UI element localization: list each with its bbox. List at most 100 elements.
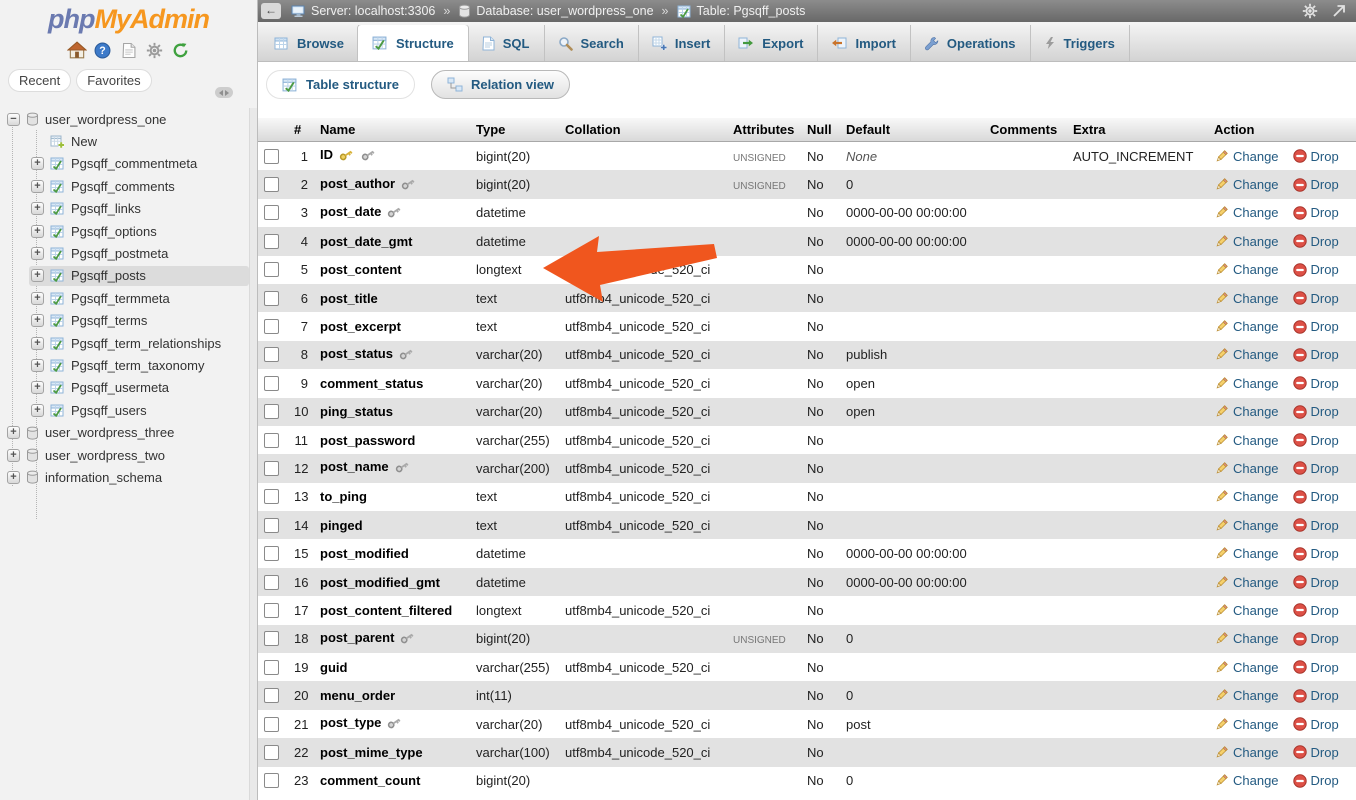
row-select-checkbox[interactable] <box>264 518 279 533</box>
change-link[interactable]: Change <box>1214 177 1279 192</box>
expand-toggle-icon[interactable]: + <box>31 180 44 193</box>
drop-link[interactable]: Drop <box>1293 404 1339 419</box>
home-button[interactable] <box>67 40 87 60</box>
change-link[interactable]: Change <box>1214 347 1279 362</box>
expand-toggle-icon[interactable]: + <box>31 225 44 238</box>
tab-sql[interactable]: SQL <box>468 25 544 61</box>
tab-operations[interactable]: Operations <box>910 25 1030 61</box>
drop-link[interactable]: Drop <box>1293 603 1339 618</box>
sidebar-item-pgsqff_links[interactable]: +Pgsqff_links <box>0 198 249 220</box>
recent-button[interactable]: Recent <box>8 69 71 92</box>
subtab-table-structure[interactable]: Table structure <box>266 70 415 99</box>
change-link[interactable]: Change <box>1214 234 1279 249</box>
drop-link[interactable]: Drop <box>1293 177 1339 192</box>
row-select-checkbox[interactable] <box>264 376 279 391</box>
row-select-checkbox[interactable] <box>264 575 279 590</box>
change-link[interactable]: Change <box>1214 518 1279 533</box>
change-link[interactable]: Change <box>1214 205 1279 220</box>
expand-toggle-icon[interactable]: + <box>31 157 44 170</box>
expand-toggle-icon[interactable]: + <box>31 202 44 215</box>
change-link[interactable]: Change <box>1214 575 1279 590</box>
expand-toggle-icon[interactable]: + <box>7 426 20 439</box>
sidebar-item-user_wordpress_three[interactable]: +user_wordpress_three <box>0 421 249 443</box>
expand-toggle-icon[interactable]: + <box>31 292 44 305</box>
expand-toggle-icon[interactable]: + <box>31 359 44 372</box>
sidebar-item-pgsqff_posts[interactable]: +Pgsqff_posts <box>0 265 249 287</box>
change-link[interactable]: Change <box>1214 660 1279 675</box>
row-select-checkbox[interactable] <box>264 717 279 732</box>
row-select-checkbox[interactable] <box>264 603 279 618</box>
change-link[interactable]: Change <box>1214 603 1279 618</box>
expand-toggle-icon[interactable]: + <box>7 471 20 484</box>
sidebar-item-user_wordpress_two[interactable]: +user_wordpress_two <box>0 444 249 466</box>
tab-export[interactable]: Export <box>724 25 817 61</box>
drop-link[interactable]: Drop <box>1293 546 1339 561</box>
favorites-button[interactable]: Favorites <box>76 69 151 92</box>
change-link[interactable]: Change <box>1214 717 1279 732</box>
sidebar-item-user_wordpress_one[interactable]: −user_wordpress_one <box>0 108 249 130</box>
tab-import[interactable]: Import <box>817 25 909 61</box>
row-select-checkbox[interactable] <box>264 234 279 249</box>
row-select-checkbox[interactable] <box>264 433 279 448</box>
drop-link[interactable]: Drop <box>1293 773 1339 788</box>
row-select-checkbox[interactable] <box>264 660 279 675</box>
drop-link[interactable]: Drop <box>1293 461 1339 476</box>
collapse-top-icon[interactable] <box>1332 4 1346 18</box>
back-button[interactable]: ← <box>261 3 281 19</box>
sidebar-item-pgsqff_term_relationships[interactable]: +Pgsqff_term_relationships <box>0 332 249 354</box>
row-select-checkbox[interactable] <box>264 773 279 788</box>
tab-search[interactable]: Search <box>544 25 638 61</box>
change-link[interactable]: Change <box>1214 461 1279 476</box>
row-select-checkbox[interactable] <box>264 404 279 419</box>
change-link[interactable]: Change <box>1214 291 1279 306</box>
refresh-button[interactable] <box>171 40 191 60</box>
change-link[interactable]: Change <box>1214 376 1279 391</box>
sidebar-item-pgsqff_postmeta[interactable]: +Pgsqff_postmeta <box>0 242 249 264</box>
drop-link[interactable]: Drop <box>1293 347 1339 362</box>
row-select-checkbox[interactable] <box>264 546 279 561</box>
row-select-checkbox[interactable] <box>264 347 279 362</box>
change-link[interactable]: Change <box>1214 745 1279 760</box>
drop-link[interactable]: Drop <box>1293 717 1339 732</box>
sidebar-item-pgsqff_users[interactable]: +Pgsqff_users <box>0 399 249 421</box>
breadcrumb-server[interactable]: Server: localhost:3306 <box>291 4 435 18</box>
panel-resize-handle-icon[interactable] <box>215 87 233 98</box>
drop-link[interactable]: Drop <box>1293 518 1339 533</box>
expand-toggle-icon[interactable]: + <box>31 269 44 282</box>
tab-insert[interactable]: Insert <box>638 25 724 61</box>
drop-link[interactable]: Drop <box>1293 319 1339 334</box>
breadcrumb-database[interactable]: Database: user_wordpress_one <box>458 4 653 18</box>
row-select-checkbox[interactable] <box>264 177 279 192</box>
expand-toggle-icon[interactable]: + <box>31 314 44 327</box>
row-select-checkbox[interactable] <box>264 745 279 760</box>
drop-link[interactable]: Drop <box>1293 433 1339 448</box>
sidebar-item-pgsqff_options[interactable]: +Pgsqff_options <box>0 220 249 242</box>
expand-toggle-icon[interactable]: + <box>31 337 44 350</box>
change-link[interactable]: Change <box>1214 546 1279 561</box>
tab-triggers[interactable]: Triggers <box>1030 25 1129 61</box>
collapse-toggle-icon[interactable]: − <box>7 113 20 126</box>
expand-toggle-icon[interactable]: + <box>31 404 44 417</box>
change-link[interactable]: Change <box>1214 149 1279 164</box>
drop-link[interactable]: Drop <box>1293 745 1339 760</box>
drop-link[interactable]: Drop <box>1293 234 1339 249</box>
sidebar-item-new[interactable]: New <box>0 130 249 152</box>
drop-link[interactable]: Drop <box>1293 262 1339 277</box>
tab-browse[interactable]: Browse <box>260 25 358 61</box>
help-button[interactable]: ? <box>93 40 113 60</box>
sidebar-item-pgsqff_comments[interactable]: +Pgsqff_comments <box>0 175 249 197</box>
drop-link[interactable]: Drop <box>1293 149 1339 164</box>
tab-structure[interactable]: Structure <box>358 25 468 61</box>
row-select-checkbox[interactable] <box>264 205 279 220</box>
change-link[interactable]: Change <box>1214 319 1279 334</box>
sidebar-item-pgsqff_termmeta[interactable]: +Pgsqff_termmeta <box>0 287 249 309</box>
drop-link[interactable]: Drop <box>1293 489 1339 504</box>
sidebar-item-information_schema[interactable]: +information_schema <box>0 466 249 488</box>
settings-button[interactable] <box>145 40 165 60</box>
expand-toggle-icon[interactable]: + <box>31 247 44 260</box>
drop-link[interactable]: Drop <box>1293 291 1339 306</box>
subtab-relation-view[interactable]: Relation view <box>431 70 570 99</box>
change-link[interactable]: Change <box>1214 262 1279 277</box>
doc-button[interactable] <box>119 40 139 60</box>
row-select-checkbox[interactable] <box>264 149 279 164</box>
